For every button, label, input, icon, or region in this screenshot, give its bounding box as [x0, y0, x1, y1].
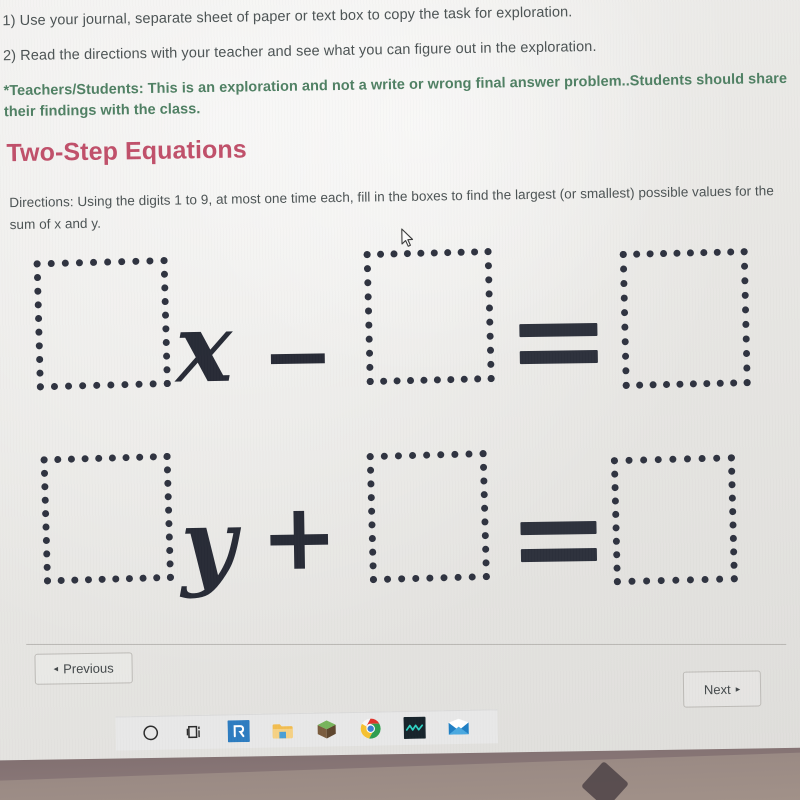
previous-button-label: Previous	[63, 660, 114, 677]
lesson-page: 1) Use your journal, separate sheet of p…	[0, 0, 800, 751]
teacher-student-note: *Teachers/Students: This is an explorati…	[3, 70, 788, 121]
task-view-icon[interactable]	[181, 719, 207, 745]
windows-taskbar[interactable]	[115, 709, 498, 751]
minus-operator-glyph: −	[260, 306, 335, 408]
instruction-line-2: 2) Read the directions with your teacher…	[2, 38, 597, 65]
variable-y-glyph: y	[179, 488, 237, 601]
laptop-screen: 1) Use your journal, separate sheet of p…	[0, 0, 800, 761]
mouse-cursor	[401, 228, 415, 248]
next-button-label: Next	[703, 681, 731, 697]
next-button[interactable]: Next ▸	[682, 670, 762, 708]
mail-app-icon[interactable]	[445, 714, 471, 740]
cortana-search-icon[interactable]	[137, 720, 163, 746]
answer-box-x-result[interactable]	[619, 248, 751, 389]
content-divider	[26, 643, 787, 645]
equals-sign-y	[520, 520, 598, 563]
chevron-left-icon: ◂	[53, 663, 59, 674]
equation-x: x −	[0, 234, 800, 417]
google-chrome-icon[interactable]	[357, 715, 383, 741]
file-explorer-icon[interactable]	[269, 717, 295, 743]
variable-x-glyph: x	[174, 292, 234, 405]
instruction-line-1: 1) Use your journal, separate sheet of p…	[2, 4, 573, 30]
previous-button[interactable]: ◂ Previous	[34, 652, 133, 685]
minecraft-icon[interactable]	[313, 716, 339, 742]
chevron-right-icon: ▸	[735, 683, 741, 694]
nearpod-app-icon[interactable]	[225, 718, 251, 744]
answer-box-y-constant[interactable]	[366, 450, 490, 584]
answer-box-y-coefficient[interactable]	[40, 452, 175, 585]
terminal-app-icon[interactable]	[401, 715, 427, 741]
answer-box-x-constant[interactable]	[363, 248, 495, 386]
answer-box-x-coefficient[interactable]	[33, 256, 171, 391]
page-title: Two-Step Equations	[6, 135, 247, 168]
plus-operator-glyph: +	[259, 483, 339, 592]
laptop-photo: 1) Use your journal, separate sheet of p…	[0, 0, 800, 800]
equation-y: y +	[1, 426, 800, 609]
answer-box-y-result[interactable]	[610, 454, 738, 586]
equals-sign-x	[519, 322, 598, 365]
